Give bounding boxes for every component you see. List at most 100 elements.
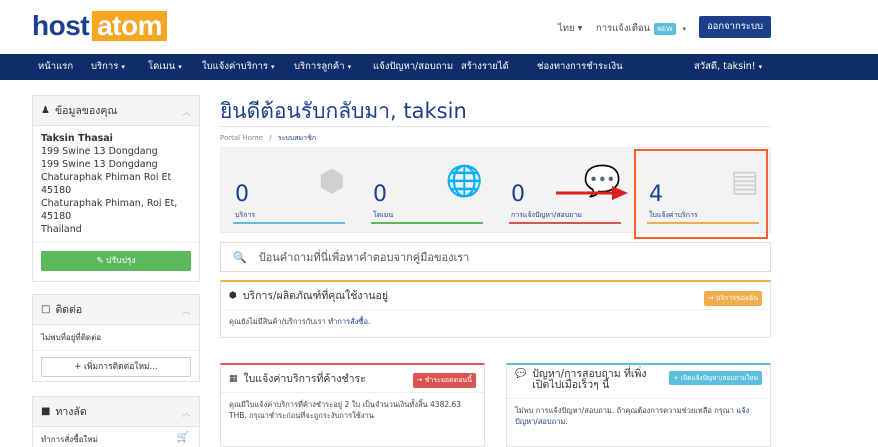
chevron-down-icon: ▾ — [271, 63, 275, 71]
nav-domains[interactable]: โดเมน ▾ — [148, 54, 182, 80]
nav-affiliate[interactable]: สร้างรายได้ — [461, 54, 509, 80]
unpaid-invoices-text: คุณมีใบแจ้งค่าบริการที่ค้างชำระอยู่ 2 ใบ… — [229, 400, 462, 420]
unpaid-invoices-header: ▦ ใบแจ้งค่าบริการที่ค้างชำระ → ชำระยอดตอ… — [221, 365, 484, 393]
address-line: Thailand — [41, 224, 82, 235]
account-info-title: ข้อมูลของคุณ — [54, 105, 118, 117]
nav-home[interactable]: หน้าแรก — [38, 54, 73, 80]
recent-tickets-text: ไม่พบ การแจ้งปัญหา/สอบถาม. ถ้าคุณต้องการ… — [515, 406, 734, 415]
services-card-title: บริการ/ผลิตภัณฑ์ที่คุณใช้งานอยู่ — [242, 290, 388, 302]
tile-services-bar — [233, 222, 345, 224]
new-badge: NEW — [654, 22, 676, 35]
recent-tickets-body: ไม่พบ การแจ้งปัญหา/สอบถาม. ถ้าคุณต้องการ… — [507, 399, 770, 433]
pay-now-button[interactable]: → ชำระยอดตอนนี้ — [412, 373, 476, 388]
nav-support-label: แจ้งปัญหา/สอบถาม — [373, 61, 454, 72]
services-card-body: คุณยังไม่มีสินค้า/บริการกับเรา ทำการสั่ง… — [221, 310, 770, 333]
search-placeholder: ป้อนคำถามที่นี่เพื่อหาคำตอบจากคู่มือของเ… — [258, 251, 470, 264]
address-line: Chaturaphak Phiman, Roi Et, — [41, 198, 178, 209]
address-line: 45180 — [41, 185, 72, 196]
address-line: 45180 — [41, 211, 72, 222]
nav-services[interactable]: บริการ ▾ — [91, 54, 125, 80]
comments-icon: 💬 — [515, 369, 527, 379]
knowledgebase-search[interactable]: 🔍 ป้อนคำถามที่นี่เพื่อหาคำตอบจากคู่มือขอ… — [220, 242, 771, 272]
recent-tickets-title: ปัญหา/การสอบถาม ที่เพิ่งเปิดไปเมื่อเร็วๆ… — [532, 368, 647, 391]
account-info-header[interactable]: ♟ ข้อมูลของคุณ ︿ — [33, 96, 199, 126]
tile-services[interactable]: ⬢ 0 บริการ — [221, 148, 359, 234]
open-ticket-button[interactable]: + เปิดแจ้งปัญหา/สอบถามใหม่ — [669, 371, 762, 385]
red-arrow-annotation — [556, 186, 628, 200]
tile-tickets-count: 0 — [511, 182, 525, 207]
bookmark-icon: ■ — [41, 406, 51, 417]
shortcut-new-order[interactable]: ทำการสั่งซื้อใหม่ 🛒 — [33, 427, 199, 447]
contacts-title: ติดต่อ — [55, 304, 83, 316]
no-contacts-text: ไม่พบที่อยู่ที่ติดต่อ — [41, 333, 102, 342]
unpaid-invoices-card: ▦ ใบแจ้งค่าบริการที่ค้างชำระ → ชำระยอดตอ… — [220, 363, 485, 447]
hostatom-logo[interactable]: host atom — [32, 10, 168, 41]
notifications-label: การแจ้งเตือน — [596, 23, 651, 34]
nav-user-label: สวัสดี, taksin! — [694, 61, 756, 72]
tile-tickets-label: การแจ้งปัญหา/สอบถาม — [511, 211, 582, 219]
nav-payment-methods[interactable]: ช่องทางการชำระเงิน — [537, 54, 623, 80]
title-divider — [220, 126, 771, 127]
services-card: ⬢ บริการ/ผลิตภัณฑ์ที่คุณใช้งานอยู่ → บริ… — [220, 280, 771, 338]
nav-support[interactable]: แจ้งปัญหา/สอบถาม — [373, 54, 453, 80]
shortcuts-header[interactable]: ■ ทางลัด ︿ — [33, 397, 199, 427]
chevron-down-icon: ▾ — [682, 24, 687, 33]
notifications-menu[interactable]: การแจ้งเตือน NEW ▾ — [596, 21, 686, 36]
nav-services-label: บริการ — [91, 61, 119, 72]
address-line: 199 Swine 13 Dongdang — [41, 159, 158, 170]
breadcrumb-current: ระบบสมาชิก — [277, 134, 317, 142]
nav-affiliate-label: สร้างรายได้ — [461, 61, 509, 72]
add-contact-button[interactable]: + เพิ่มการติดต่อใหม่... — [41, 357, 191, 377]
recent-tickets-card: 💬 ปัญหา/การสอบถาม ที่เพิ่งเปิดไปเมื่อเร็… — [506, 363, 771, 447]
services-card-text: คุณยังไม่มีสินค้า/บริการกับเรา — [229, 317, 326, 326]
unpaid-invoices-title: ใบแจ้งค่าบริการที่ค้างชำระ — [243, 373, 366, 385]
address-line: Chaturaphak Phiman Roi Et — [41, 172, 172, 183]
tile-services-count: 0 — [235, 182, 249, 207]
place-order-link[interactable]: ทำการสั่งซื้อ. — [328, 317, 370, 326]
services-card-header: ⬢ บริการ/ผลิตภัณฑ์ที่คุณใช้งานอยู่ → บริ… — [221, 282, 770, 310]
recent-tickets-header: 💬 ปัญหา/การสอบถาม ที่เพิ่งเปิดไปเมื่อเร็… — [507, 365, 770, 399]
chevron-down-icon: ▾ — [121, 63, 125, 71]
pencil-icon: ✎ — [96, 256, 104, 266]
breadcrumb-home[interactable]: Portal Home — [220, 134, 263, 142]
nav-domains-label: โดเมน — [148, 61, 176, 72]
globe-icon: 🌐 — [445, 164, 483, 199]
logo-text-host: host — [32, 10, 90, 41]
contacts-panel: □ ติดต่อ ︿ ไม่พบที่อยู่ที่ติดต่อ + เพิ่ม… — [32, 294, 200, 382]
page-title: ยินดีต้อนรับกลับมา, taksin — [220, 99, 467, 123]
cube-icon: ⬢ — [318, 164, 345, 199]
shortcuts-panel: ■ ทางลัด ︿ ทำการสั่งซื้อใหม่ 🛒 — [32, 396, 200, 447]
chevron-up-icon[interactable]: ︿ — [182, 105, 191, 118]
chevron-down-icon: ▾ — [178, 63, 182, 71]
breadcrumb: Portal Home / ระบบสมาชิก — [220, 133, 316, 144]
plus-icon: + — [74, 362, 82, 372]
nav-invoices[interactable]: ใบแจ้งค่าบริการ ▾ — [202, 54, 275, 80]
search-icon: 🔍 — [233, 250, 247, 264]
chevron-up-icon[interactable]: ︿ — [182, 304, 191, 317]
update-button[interactable]: ✎ ปรับปรุง — [41, 251, 191, 271]
account-address: Taksin Thasai 199 Swine 13 Dongdang 199 … — [33, 126, 199, 242]
nav-user-menu[interactable]: สวัสดี, taksin! ▾ — [694, 54, 762, 80]
language-selector[interactable]: ไทย ▾ — [558, 21, 582, 36]
tile-domains[interactable]: 🌐 0 โดเมน — [359, 148, 497, 234]
tile-services-label: บริการ — [235, 211, 256, 219]
contacts-header[interactable]: □ ติดต่อ ︿ — [33, 295, 199, 325]
main-navbar: หน้าแรก บริการ ▾ โดเมน ▾ ใบแจ้งค่าบริการ ▾ … — [0, 54, 878, 80]
chevron-down-icon: ▾ — [347, 63, 352, 71]
cart-icon: 🛒 — [176, 432, 189, 443]
account-info-panel: ♟ ข้อมูลของคุณ ︿ Taksin Thasai 199 Swine… — [32, 95, 200, 282]
shortcut-new-order-label: ทำการสั่งซื้อใหม่ — [41, 435, 98, 444]
chevron-up-icon[interactable]: ︿ — [182, 406, 191, 419]
nav-customer-service[interactable]: บริการลูกค้า ▾ — [294, 54, 351, 80]
logout-button[interactable]: ออกจากระบบ — [699, 16, 771, 38]
chevron-down-icon: ▾ — [758, 63, 763, 71]
tile-domains-count: 0 — [373, 182, 387, 207]
breadcrumb-separator: / — [269, 134, 272, 142]
my-services-button[interactable]: → บริการของฉัน — [703, 291, 762, 306]
logo-text-atom: atom — [92, 11, 168, 41]
nav-invoices-label: ใบแจ้งค่าบริการ — [202, 61, 269, 72]
add-contact-label: เพิ่มการติดต่อใหม่... — [84, 362, 158, 372]
nav-home-label: หน้าแรก — [38, 61, 74, 72]
cube-icon: ⬢ — [229, 290, 237, 301]
nav-payment-methods-label: ช่องทางการชำระเงิน — [537, 61, 623, 72]
